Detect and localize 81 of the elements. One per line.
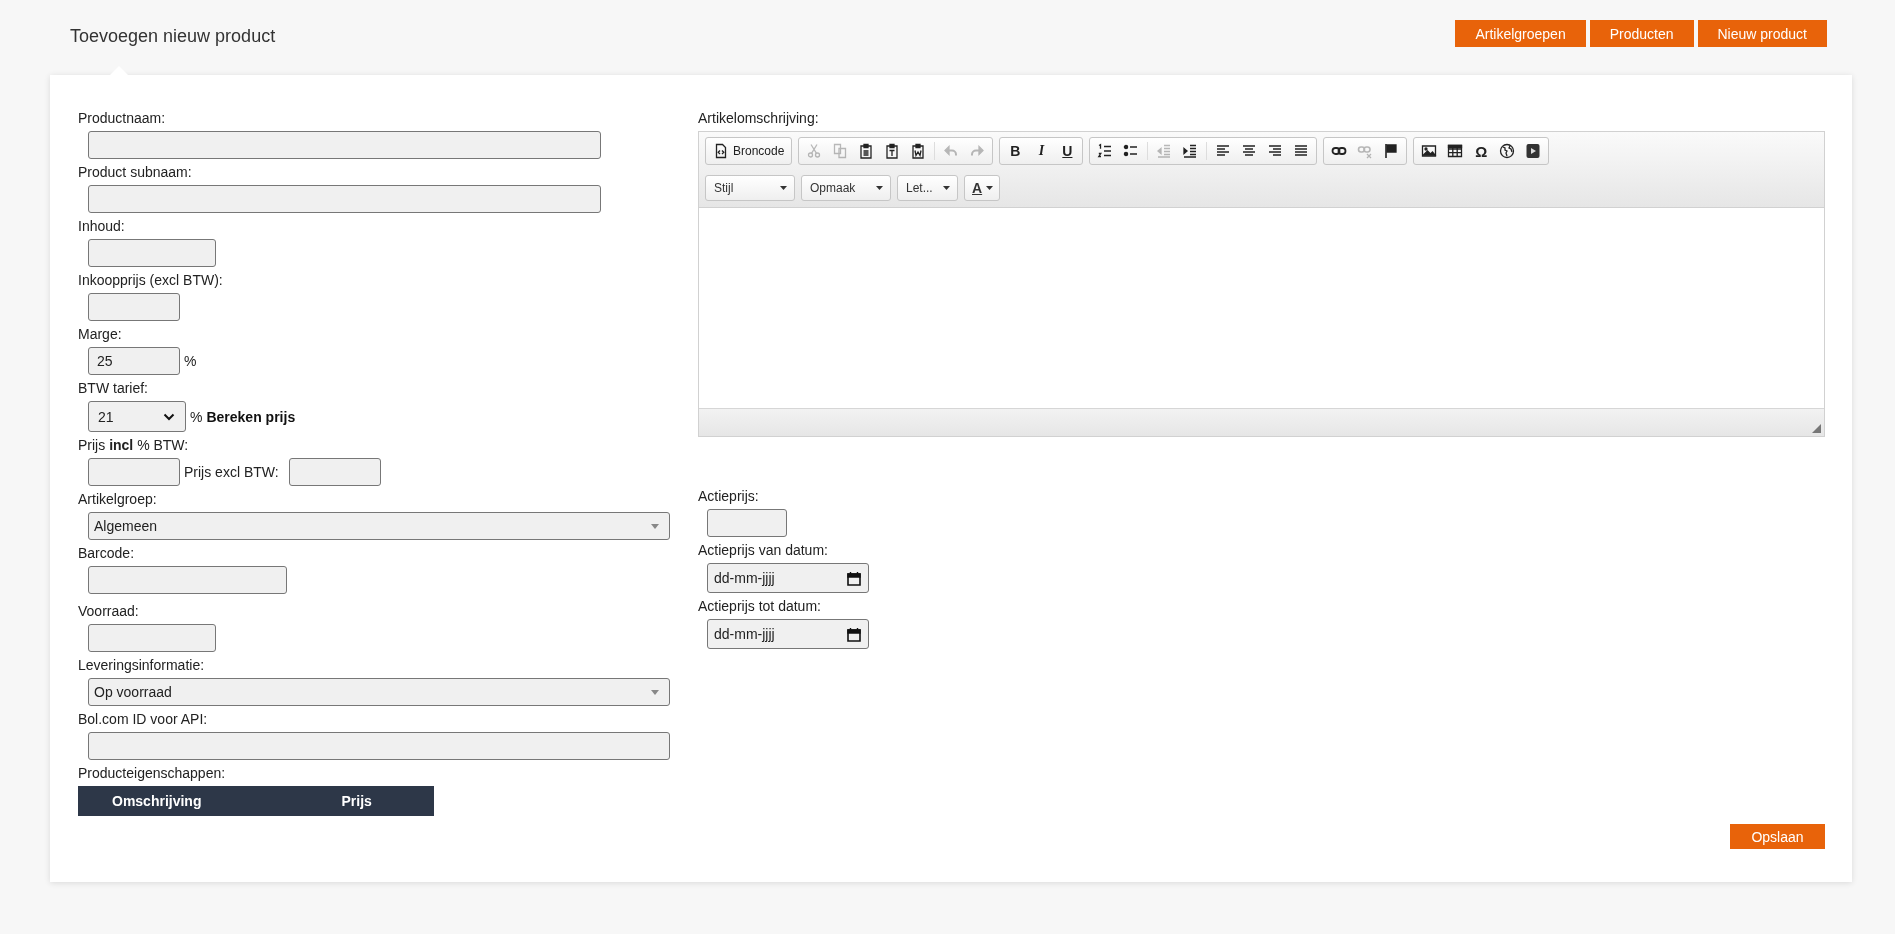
- align-center-icon: [1241, 143, 1258, 159]
- caret-icon: [986, 186, 993, 190]
- unit-label: %: [184, 353, 197, 369]
- bol-id-field[interactable]: [88, 732, 670, 760]
- code-document-icon: [713, 143, 729, 159]
- price-incl-field[interactable]: [88, 458, 180, 486]
- clipboard-word-icon: [910, 143, 927, 159]
- caret-icon: [943, 186, 950, 190]
- image-icon: [1421, 143, 1438, 159]
- column-header: Prijs: [341, 793, 372, 809]
- redo-icon: [969, 143, 986, 159]
- source-button[interactable]: Broncode: [708, 139, 790, 163]
- outdent-icon: [1156, 143, 1173, 159]
- special-char-button[interactable]: Ω: [1468, 139, 1495, 163]
- article-group-select[interactable]: Algemeen: [88, 512, 670, 540]
- calendar-icon: [847, 627, 861, 642]
- field-label: Bol.com ID voor API:: [78, 710, 209, 728]
- margin-field[interactable]: 25: [88, 347, 180, 375]
- caret-icon: [651, 689, 659, 695]
- format-dropdown[interactable]: Let...: [897, 175, 958, 201]
- format-dropdown[interactable]: Stijl: [705, 175, 795, 201]
- undo-icon: [943, 143, 960, 159]
- bold-button[interactable]: B: [1002, 139, 1029, 163]
- field-label: Actieprijs tot datum:: [698, 597, 822, 615]
- field-label: Productnaam:: [78, 109, 167, 127]
- field-label: Inkoopprijs (excl BTW):: [78, 271, 224, 289]
- product-name-field[interactable]: [88, 131, 601, 159]
- field-label: Actieprijs:: [698, 487, 760, 505]
- align-left-icon: [1215, 143, 1232, 159]
- field-label: Prijs excl BTW:: [184, 464, 279, 480]
- price-excl-field[interactable]: [288, 458, 381, 486]
- caret-icon: [876, 186, 883, 190]
- text-color-button[interactable]: A: [964, 175, 1000, 201]
- field-label: Artikelomschrijving:: [698, 109, 820, 127]
- clipboard-icon: [858, 143, 875, 159]
- date-field[interactable]: dd-mm-jjjj: [707, 563, 869, 593]
- promo-price-field[interactable]: [707, 509, 787, 537]
- field-label: Voorraad:: [78, 602, 140, 620]
- resize-handle-icon[interactable]: [1812, 424, 1821, 433]
- justify-icon: [1293, 143, 1310, 159]
- page-title: Toevoegen nieuw product: [70, 26, 276, 47]
- align-right-icon: [1267, 143, 1284, 159]
- caret-icon: [780, 186, 787, 190]
- table-icon: [1447, 143, 1464, 159]
- unit-label: %: [190, 408, 203, 425]
- caret-icon: [651, 523, 659, 529]
- video-icon: [1525, 143, 1542, 159]
- chevron-icon: [163, 412, 175, 421]
- content-field[interactable]: [88, 239, 216, 267]
- bullet-list-icon: [1123, 143, 1140, 159]
- field-label: Actieprijs van datum:: [698, 541, 829, 559]
- clipboard-text-icon: [884, 143, 901, 159]
- column-header: Omschrijving: [112, 793, 202, 809]
- italic-button[interactable]: I: [1028, 139, 1055, 163]
- field-label: Barcode:: [78, 544, 136, 562]
- calendar-icon: [847, 571, 861, 586]
- field-label: Producteigenschappen:: [78, 764, 227, 782]
- unlink-icon: [1357, 143, 1374, 159]
- field-label: Product subnaam:: [78, 163, 193, 181]
- purchase-price-field[interactable]: [88, 293, 180, 321]
- numbered-list-icon: [1097, 143, 1114, 159]
- format-dropdown[interactable]: Opmaak: [801, 175, 891, 201]
- stock-field[interactable]: [88, 624, 216, 652]
- globe-icon: [1499, 143, 1516, 159]
- scissors-icon: [806, 143, 823, 159]
- field-label: BTW tarief:: [78, 379, 149, 397]
- field-label: Marge:: [78, 325, 123, 343]
- vat-rate-select[interactable]: 21: [88, 401, 186, 432]
- flag-icon: [1383, 143, 1400, 159]
- calculate-price-link[interactable]: Bereken prijs: [206, 408, 296, 425]
- field-label: Inhoud:: [78, 217, 126, 235]
- field-label: Prijs incl % BTW:: [78, 436, 190, 454]
- field-label: Artikelgroep:: [78, 490, 158, 508]
- field-label: Leveringsinformatie:: [78, 656, 206, 674]
- date-field[interactable]: dd-mm-jjjj: [707, 619, 869, 649]
- barcode-field[interactable]: [88, 566, 287, 594]
- underline-button[interactable]: U: [1054, 139, 1081, 163]
- product-subname-field[interactable]: [88, 185, 601, 213]
- delivery-info-select[interactable]: Op voorraad: [88, 678, 670, 706]
- indent-icon: [1182, 143, 1199, 159]
- copy-icon: [832, 143, 849, 159]
